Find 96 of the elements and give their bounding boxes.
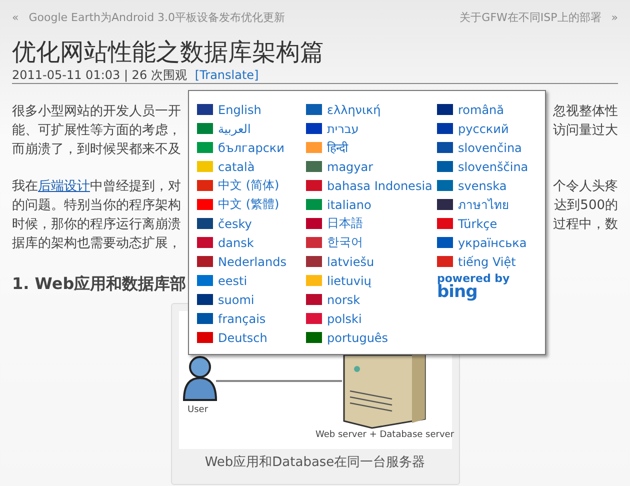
language-option[interactable]: français (197, 309, 306, 328)
language-option[interactable]: українська (437, 233, 545, 252)
flag-icon (306, 161, 322, 172)
language-option[interactable]: 中文 (繁體) (197, 195, 306, 214)
language-option[interactable]: tiếng Việt (437, 252, 545, 271)
language-option[interactable]: română (437, 100, 545, 119)
flag-icon (306, 142, 322, 153)
language-option[interactable]: česky (197, 214, 306, 233)
language-option[interactable]: Türkçe (437, 214, 545, 233)
paragraph-text: 时候，那你的程序运行离崩溃 (12, 216, 181, 234)
flag-icon (197, 142, 213, 153)
flag-icon (306, 123, 322, 134)
flag-icon (437, 104, 453, 115)
flag-icon (306, 237, 322, 248)
flag-icon (197, 161, 213, 172)
language-option[interactable]: English (197, 100, 306, 119)
language-option[interactable]: lietuvių (306, 271, 437, 290)
language-option[interactable]: suomi (197, 290, 306, 309)
user-label: User (188, 405, 208, 415)
language-option[interactable]: 한국어 (306, 233, 437, 252)
language-option[interactable]: ภาษาไทย (437, 195, 545, 214)
flag-icon (437, 237, 453, 248)
language-option[interactable]: dansk (197, 233, 306, 252)
language-option[interactable]: català (197, 157, 306, 176)
flag-icon (437, 123, 453, 134)
flag-icon (437, 142, 453, 153)
flag-icon (306, 256, 322, 267)
flag-icon (437, 161, 453, 172)
flag-icon (306, 199, 322, 210)
text-link[interactable]: 后端设计 (38, 179, 90, 194)
language-option[interactable]: polski (306, 309, 437, 328)
paragraph-text: 达到500的 (554, 197, 618, 215)
language-option[interactable]: 日本語 (306, 214, 437, 233)
paragraph-text: 能、可扩展性等方面的考虑， (12, 122, 181, 140)
flag-icon (197, 256, 213, 267)
language-option[interactable]: latviešu (306, 252, 437, 271)
powered-by-label: powered by (437, 273, 510, 285)
flag-icon (306, 313, 322, 324)
next-post-link[interactable]: 关于GFW在不同ISP上的部署 » (460, 11, 618, 25)
paragraph-text: 我在后端设计中曾经提到，对 (12, 178, 181, 196)
previous-post-link[interactable]: « Google Earth为Android 3.0平板设备发布优化更新 (12, 11, 286, 25)
flag-icon (306, 294, 322, 305)
user-icon (182, 356, 218, 402)
paragraph-text: 过程中，数 (553, 216, 618, 234)
paragraph-text: 忽视整体性 (553, 103, 618, 121)
language-option[interactable]: bahasa Indonesia (306, 176, 437, 195)
flag-icon (197, 123, 213, 134)
language-option[interactable]: slovenščina (437, 157, 545, 176)
language-option[interactable]: italiano (306, 195, 437, 214)
server-tower-icon (342, 355, 426, 429)
paragraph-text: 个令人头疼 (553, 178, 618, 196)
language-option[interactable]: norsk (306, 290, 437, 309)
flag-icon (437, 180, 453, 191)
language-option[interactable]: हिन्दी (306, 138, 437, 157)
post-meta: 2011-05-11 01:03 | 26 次围观 (12, 67, 187, 83)
flag-icon (197, 104, 213, 115)
language-option[interactable]: slovenčina (437, 138, 545, 157)
language-option[interactable]: 中文 (简体) (197, 176, 306, 195)
flag-icon (197, 218, 213, 229)
language-option[interactable]: Deutsch (197, 328, 306, 347)
language-option[interactable]: ελληνική (306, 100, 437, 119)
language-option[interactable]: svenska (437, 176, 545, 195)
language-option[interactable]: العربية (197, 119, 306, 138)
flag-icon (306, 275, 322, 286)
paragraph-text: 的问题。特别当你的程序架构 (12, 197, 181, 215)
flag-icon (197, 180, 213, 191)
flag-icon (437, 199, 453, 210)
flag-icon (197, 237, 213, 248)
bing-logo: bing (437, 285, 478, 300)
paragraph-text: 而崩溃了，到时候哭都来不及 (12, 141, 181, 159)
flag-icon (197, 332, 213, 343)
paragraph-text: 据库的架构也需要动态扩展， (12, 235, 181, 253)
flag-icon (437, 256, 453, 267)
language-option[interactable]: eesti (197, 271, 306, 290)
paragraph-text: 很多小型网站的开发人员一开 (12, 103, 181, 121)
flag-icon (306, 104, 322, 115)
flag-icon (306, 218, 322, 229)
flag-icon (197, 313, 213, 324)
translate-link[interactable]: [Translate] (194, 67, 259, 83)
figure-caption: Web应用和Database在同一台服务器 (204, 454, 426, 472)
language-option[interactable]: Nederlands (197, 252, 306, 271)
paragraph-text: 访问量过大 (553, 122, 618, 140)
flag-icon (306, 180, 322, 191)
language-option[interactable]: magyar (306, 157, 437, 176)
server-label: Web server + Database server (316, 430, 454, 440)
section-heading: 1. Web应用和数据库部 (12, 273, 186, 295)
language-option[interactable]: português (306, 328, 437, 347)
flag-icon (197, 294, 213, 305)
language-option[interactable]: русский (437, 119, 545, 138)
post-title: 优化网站性能之数据库架构篇 (12, 37, 325, 67)
language-option[interactable]: български (197, 138, 306, 157)
flag-icon (306, 332, 322, 343)
flag-icon (437, 218, 453, 229)
flag-icon (197, 199, 213, 210)
language-option[interactable]: עברית (306, 119, 437, 138)
flag-icon (197, 275, 213, 286)
